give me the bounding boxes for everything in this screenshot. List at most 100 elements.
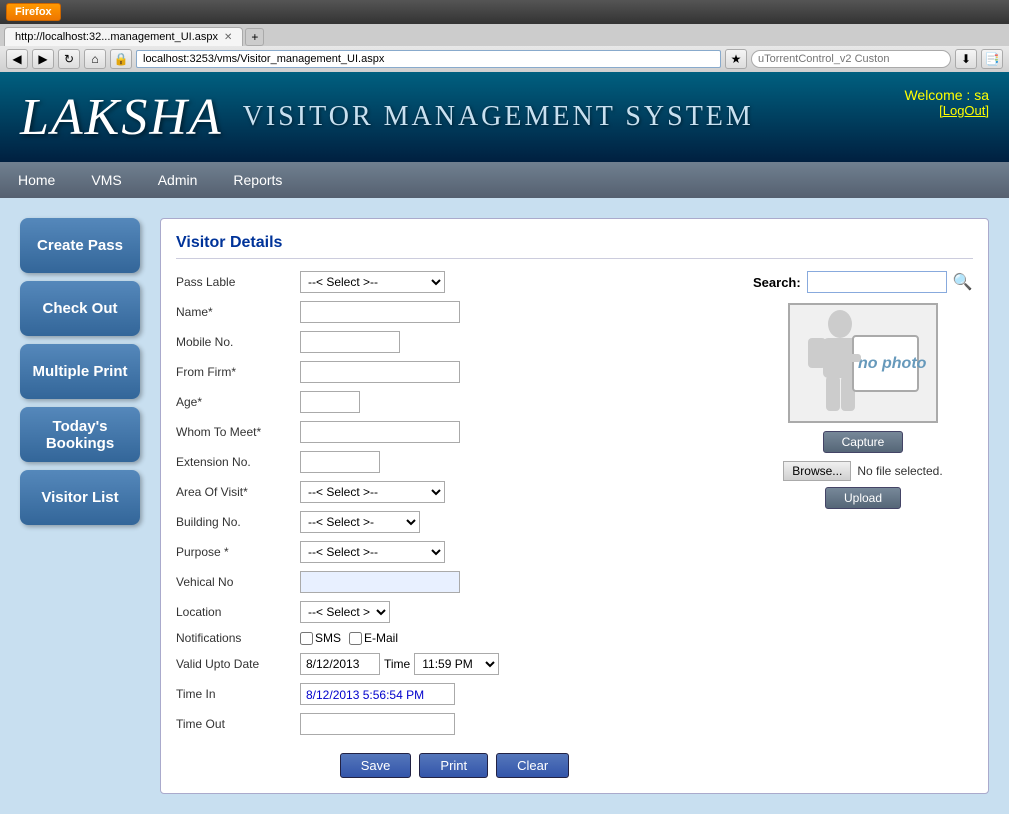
building-no-row: Building No. --< Select >- (176, 511, 733, 533)
search-input[interactable] (807, 271, 947, 293)
valid-date-row: Time 11:59 PM (300, 653, 499, 675)
whom-to-meet-label: Whom To Meet* (176, 425, 296, 439)
home-button[interactable]: ⌂ (84, 49, 106, 69)
nav-reports[interactable]: Reports (215, 162, 300, 198)
app-title: VISITOR MANAGEMENT SYSTEM (243, 101, 754, 133)
extension-input[interactable] (300, 451, 380, 473)
notifications-group: SMS E-Mail (300, 631, 398, 645)
tab-close-icon[interactable]: ✕ (224, 32, 232, 43)
age-label: Age* (176, 395, 296, 409)
search-row: Search: 🔍 (753, 271, 973, 293)
browser-search-input[interactable] (751, 50, 951, 68)
area-of-visit-row: Area Of Visit* --< Select >-- (176, 481, 733, 503)
time-out-input[interactable] (300, 713, 455, 735)
back-button[interactable]: ◀ (6, 49, 28, 69)
mobile-label: Mobile No. (176, 335, 296, 349)
browser-nav-bar: ◀ ▶ ↻ ⌂ 🔒 ★ ⬇ 📑 (0, 46, 1009, 72)
firefox-button[interactable]: Firefox (6, 3, 61, 21)
sms-checkbox-label[interactable]: SMS (300, 631, 341, 645)
time-in-value: 8/12/2013 5:56:54 PM (300, 683, 455, 705)
reload-button[interactable]: ↻ (58, 49, 80, 69)
time-out-label: Time Out (176, 717, 296, 731)
photo-box: no photo (788, 303, 938, 423)
vehical-no-input[interactable] (300, 571, 460, 593)
purpose-row: Purpose * --< Select >-- (176, 541, 733, 563)
time-inline-label: Time (384, 657, 410, 671)
sidebar: Create Pass Check Out Multiple Print Tod… (20, 218, 140, 794)
time-in-row: Time In 8/12/2013 5:56:54 PM (176, 683, 733, 705)
print-button[interactable]: Print (419, 753, 488, 778)
search-label: Search: (753, 275, 801, 290)
browse-row: Browse... No file selected. (753, 461, 973, 481)
forward-button[interactable]: ▶ (32, 49, 54, 69)
bookmark-manager-icon[interactable]: 📑 (981, 49, 1003, 69)
name-row: Name* (176, 301, 733, 323)
pass-label-select[interactable]: --< Select >-- (300, 271, 445, 293)
mobile-row: Mobile No. (176, 331, 733, 353)
app-logo: LAKSHA (20, 88, 223, 147)
new-tab-button[interactable]: + (245, 28, 264, 46)
building-no-label: Building No. (176, 515, 296, 529)
building-no-select[interactable]: --< Select >- (300, 511, 420, 533)
whom-to-meet-input[interactable] (300, 421, 460, 443)
location-select[interactable]: --< Select >-- (300, 601, 390, 623)
logout-link[interactable]: [LogOut] (904, 103, 989, 118)
mobile-input[interactable] (300, 331, 400, 353)
purpose-select[interactable]: --< Select >-- (300, 541, 445, 563)
figure-svg: no photo (798, 306, 928, 421)
pass-label-label: Pass Lable (176, 275, 296, 289)
active-tab[interactable]: http://localhost:32...management_UI.aspx… (4, 27, 243, 46)
bookmark-icon[interactable]: ★ (725, 49, 747, 69)
age-row: Age* (176, 391, 733, 413)
panel-title: Visitor Details (176, 234, 973, 259)
titlebar-left: Firefox (6, 3, 61, 21)
browse-button[interactable]: Browse... (783, 461, 851, 481)
save-button[interactable]: Save (340, 753, 412, 778)
sms-label: SMS (315, 631, 341, 645)
age-input[interactable] (300, 391, 360, 413)
extension-label: Extension No. (176, 455, 296, 469)
email-checkbox-label[interactable]: E-Mail (349, 631, 398, 645)
app-header: LAKSHA VISITOR MANAGEMENT SYSTEM Welcome… (0, 72, 1009, 162)
notifications-row: Notifications SMS E-Mail (176, 631, 733, 645)
sms-checkbox[interactable] (300, 632, 313, 645)
url-bar[interactable] (136, 50, 721, 68)
pass-label-row: Pass Lable --< Select >-- (176, 271, 733, 293)
name-input[interactable] (300, 301, 460, 323)
check-out-button[interactable]: Check Out (20, 281, 140, 336)
from-firm-row: From Firm* (176, 361, 733, 383)
valid-upto-row: Valid Upto Date Time 11:59 PM (176, 653, 733, 675)
visitor-list-button[interactable]: Visitor List (20, 470, 140, 525)
capture-button[interactable]: Capture (823, 431, 904, 453)
nav-admin[interactable]: Admin (140, 162, 216, 198)
main-content: Create Pass Check Out Multiple Print Tod… (0, 198, 1009, 814)
welcome-text: Welcome : sa (904, 87, 989, 103)
svg-text:no photo: no photo (858, 355, 927, 372)
valid-upto-label: Valid Upto Date (176, 657, 296, 671)
valid-date-input[interactable] (300, 653, 380, 675)
main-nav: Home VMS Admin Reports (0, 162, 1009, 198)
nav-vms[interactable]: VMS (73, 162, 139, 198)
visitor-details-panel: Visitor Details Pass Lable --< Select >-… (160, 218, 989, 794)
whom-to-meet-row: Whom To Meet* (176, 421, 733, 443)
download-icon[interactable]: ⬇ (955, 49, 977, 69)
form-area: Pass Lable --< Select >-- Name* Mobile N… (176, 271, 973, 778)
nav-home[interactable]: Home (0, 162, 73, 198)
vehical-no-label: Vehical No (176, 575, 296, 589)
clear-button[interactable]: Clear (496, 753, 569, 778)
todays-bookings-button[interactable]: Today's Bookings (20, 407, 140, 462)
area-of-visit-select[interactable]: --< Select >-- (300, 481, 445, 503)
location-row: Location --< Select >-- (176, 601, 733, 623)
create-pass-button[interactable]: Create Pass (20, 218, 140, 273)
upload-button[interactable]: Upload (825, 487, 901, 509)
name-label: Name* (176, 305, 296, 319)
email-label: E-Mail (364, 631, 398, 645)
email-checkbox[interactable] (349, 632, 362, 645)
search-icon-button[interactable]: 🔍 (953, 272, 973, 292)
from-firm-input[interactable] (300, 361, 460, 383)
ssl-icon: 🔒 (110, 49, 132, 69)
time-select[interactable]: 11:59 PM (414, 653, 499, 675)
browser-titlebar: Firefox (0, 0, 1009, 24)
multiple-print-button[interactable]: Multiple Print (20, 344, 140, 399)
tab-bar: http://localhost:32...management_UI.aspx… (0, 24, 1009, 46)
